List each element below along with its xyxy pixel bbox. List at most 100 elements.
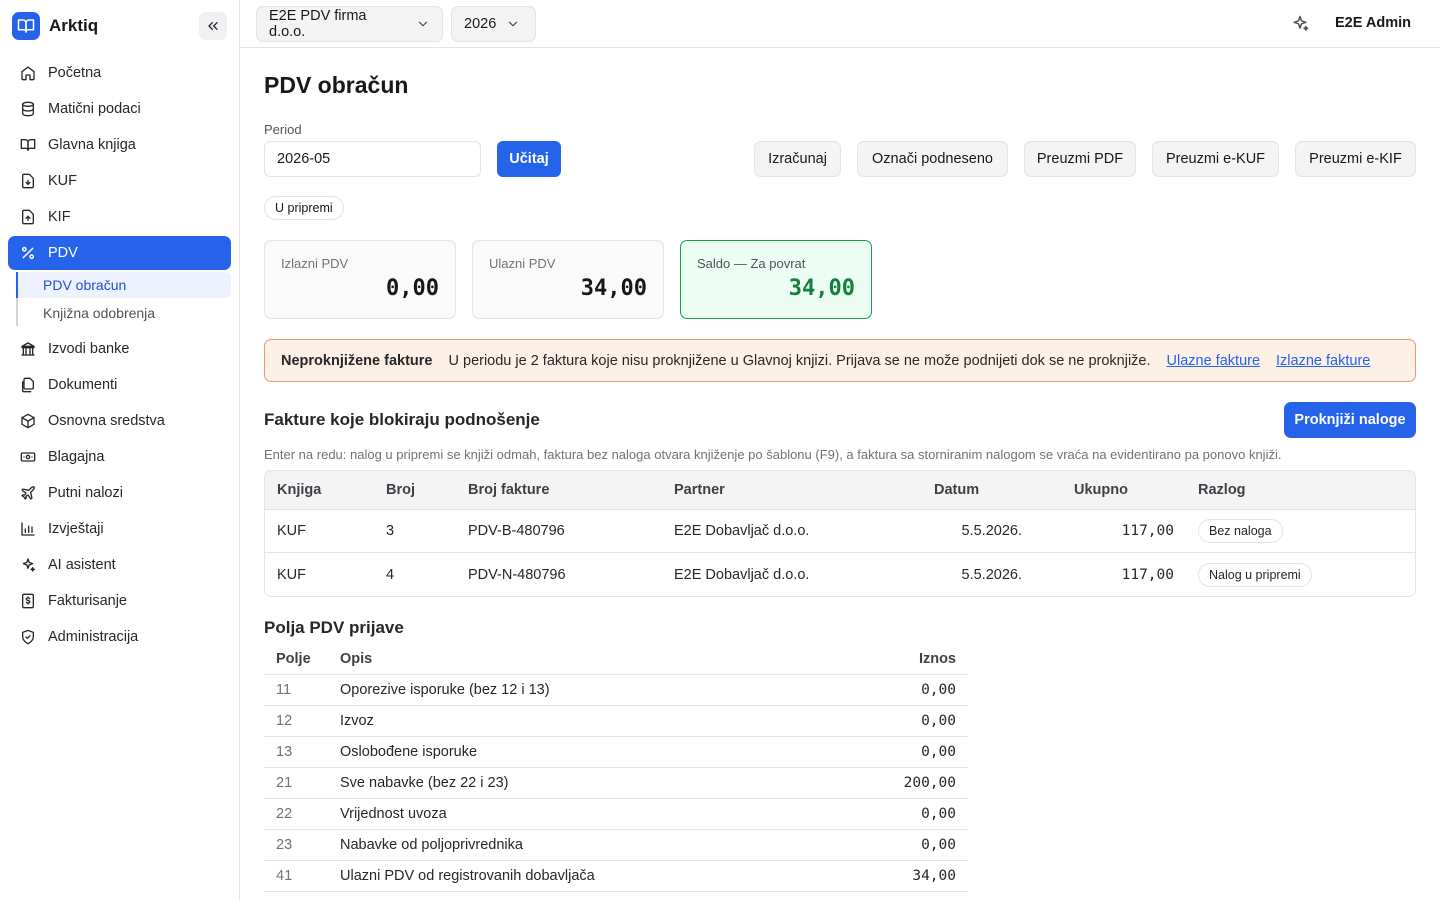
- sidebar-item-izvodi-banke[interactable]: Izvodi banke: [8, 332, 231, 366]
- sidebar-item-blagajna[interactable]: Blagajna: [8, 440, 231, 474]
- col-amount: Iznos: [918, 651, 956, 667]
- col-number: Broj: [386, 482, 415, 498]
- sidebar-item-label: Administracija: [48, 629, 139, 645]
- balance-label: Saldo — Za povrat: [697, 256, 806, 271]
- ai-assistant-button[interactable]: [1288, 12, 1312, 36]
- user-menu[interactable]: E2E Admin: [1335, 15, 1411, 31]
- download-ekif-button[interactable]: Preuzmi e-KIF: [1295, 141, 1416, 177]
- bank-icon: [21, 342, 35, 356]
- vat-fields-table: Polje Opis Iznos 11 Oporezive isporuke (…: [264, 644, 968, 892]
- sidebar-item-pdv[interactable]: PDV: [8, 236, 231, 270]
- sidebar-item-dokumenti[interactable]: Dokumenti: [8, 368, 231, 402]
- sidebar-item-label: Dokumenti: [48, 377, 118, 393]
- cell-date: 5.5.2026.: [961, 566, 1022, 583]
- period-label: Period: [264, 122, 302, 137]
- unposted-invoices-alert: Neproknjižene fakture U periodu je 2 fak…: [264, 339, 1416, 382]
- subnav-item-knjizna-odobrenja[interactable]: Knjižna odobrenja: [18, 300, 231, 326]
- sidebar-nav: Početna Matični podaci Glavna knjiga KUF…: [8, 56, 231, 656]
- reason-badge: Bez naloga: [1198, 519, 1283, 543]
- year-select[interactable]: 2026: [451, 6, 536, 42]
- cell-total: 117,00: [1121, 523, 1174, 539]
- alert-title: Neproknjižene fakture: [281, 352, 433, 369]
- sidebar-item-ai-asistent[interactable]: AI asistent: [8, 548, 231, 582]
- page-title: PDV obračun: [264, 72, 409, 98]
- table-row[interactable]: KUF 3 PDV-B-480796 E2E Dobavljač d.o.o. …: [265, 510, 1415, 553]
- home-icon: [21, 66, 35, 81]
- cell-number: 3: [386, 523, 395, 539]
- sparkles-icon: [1293, 15, 1309, 31]
- collapse-sidebar-button[interactable]: [199, 12, 227, 40]
- sidebar-item-kuf[interactable]: KUF: [8, 164, 231, 198]
- cell-total: 117,00: [1121, 566, 1174, 583]
- subnav-item-pdv-obracun[interactable]: PDV obračun: [16, 272, 231, 298]
- col-date: Datum: [934, 482, 980, 498]
- cell-description: Nabavke od poljoprivrednika: [340, 837, 523, 853]
- book-open-icon: [20, 139, 36, 151]
- book-logo-icon: [12, 12, 40, 40]
- download-ekuf-button[interactable]: Preuzmi e-KUF: [1152, 141, 1279, 177]
- cell-description: Izvoz: [340, 713, 374, 729]
- sidebar-item-izvjestaji[interactable]: Izvještaji: [8, 512, 231, 546]
- sidebar-item-label: Blagajna: [48, 449, 105, 465]
- sidebar-item-osnovna-sredstva[interactable]: Osnovna sredstva: [8, 404, 231, 438]
- plane-icon: [21, 486, 35, 500]
- table-row: 13 Oslobođene isporuke 0,00: [264, 737, 968, 768]
- input-vat-label: Ulazni PDV: [489, 256, 556, 271]
- blocking-hint: Enter na redu: nalog u pripremi se knjiž…: [264, 447, 1282, 462]
- database-icon: [22, 101, 34, 117]
- sidebar-item-fakturisanje[interactable]: Fakturisanje: [8, 584, 231, 618]
- vat-fields-title: Polja PDV prijave: [264, 618, 404, 637]
- outgoing-invoices-link[interactable]: Izlazne fakture: [1276, 353, 1370, 369]
- table-row: 41 Ulazni PDV od registrovanih dobavljač…: [264, 861, 968, 892]
- sidebar-item-label: Glavna knjiga: [48, 137, 136, 153]
- percent-icon: [21, 246, 35, 260]
- cell-amount: 0,00: [921, 713, 956, 729]
- table-header: Knjiga Broj Broj fakture Partner Datum U…: [265, 471, 1415, 510]
- col-partner: Partner: [674, 482, 725, 498]
- cell-amount: 34,00: [912, 868, 956, 884]
- year-select-value: 2026: [464, 16, 497, 32]
- sidebar-item-label: Fakturisanje: [48, 593, 127, 609]
- cell-field: 23: [276, 837, 293, 853]
- cell-field: 22: [276, 806, 293, 822]
- sidebar-item-putni-nalozi[interactable]: Putni nalozi: [8, 476, 231, 510]
- period-input[interactable]: [264, 141, 481, 177]
- col-book: Knjiga: [277, 482, 322, 498]
- download-pdf-button[interactable]: Preuzmi PDF: [1024, 141, 1136, 177]
- company-select-value: E2E PDV firma d.o.o.: [269, 8, 367, 40]
- chevrons-left-icon: [208, 21, 218, 30]
- sidebar-item-pocetna[interactable]: Početna: [8, 56, 231, 90]
- app-name: Arktiq: [49, 16, 99, 35]
- mark-submitted-button[interactable]: Označi podneseno: [857, 141, 1008, 177]
- cell-amount: 200,00: [903, 775, 956, 791]
- cell-partner: E2E Dobavljač d.o.o.: [674, 523, 810, 539]
- cell-partner: E2E Dobavljač d.o.o.: [674, 566, 810, 583]
- post-entries-button[interactable]: Proknjiži naloge: [1284, 402, 1416, 438]
- sidebar-item-maticni-podaci[interactable]: Matični podaci: [8, 92, 231, 126]
- cell-field: 13: [276, 744, 293, 760]
- sidebar-item-administracija[interactable]: Administracija: [8, 620, 231, 654]
- brand[interactable]: Arktiq: [12, 12, 98, 40]
- sidebar-item-label: Izvještaji: [48, 521, 104, 537]
- package-icon: [21, 413, 35, 429]
- cell-field: 41: [276, 868, 293, 884]
- sidebar-item-kif[interactable]: KIF: [8, 200, 231, 234]
- cell-amount: 0,00: [921, 806, 956, 822]
- cell-date: 5.5.2026.: [961, 523, 1022, 539]
- sparkles-icon: [22, 558, 35, 572]
- alert-message: U periodu je 2 faktura koje nisu proknji…: [448, 352, 1151, 369]
- load-button[interactable]: Učitaj: [497, 141, 561, 177]
- sidebar-item-label: KIF: [48, 209, 71, 225]
- bar-chart-icon: [21, 522, 35, 536]
- company-select[interactable]: E2E PDV firma d.o.o.: [256, 6, 443, 42]
- blocking-invoices-table: Knjiga Broj Broj fakture Partner Datum U…: [264, 470, 1416, 597]
- input-vat-value: 34,00: [580, 276, 647, 301]
- incoming-invoices-link[interactable]: Ulazne fakture: [1167, 353, 1261, 369]
- table-row[interactable]: KUF 4 PDV-N-480796 E2E Dobavljač d.o.o. …: [265, 553, 1415, 596]
- calculate-button[interactable]: Izračunaj: [754, 141, 841, 177]
- col-invoice-number: Broj fakture: [468, 482, 550, 498]
- sidebar-item-glavna-knjiga[interactable]: Glavna knjiga: [8, 128, 231, 162]
- cell-invoice-number: PDV-N-480796: [468, 566, 566, 583]
- sidebar-item-label: AI asistent: [48, 557, 116, 573]
- cell-description: Ulazni PDV od registrovanih dobavljača: [340, 868, 595, 884]
